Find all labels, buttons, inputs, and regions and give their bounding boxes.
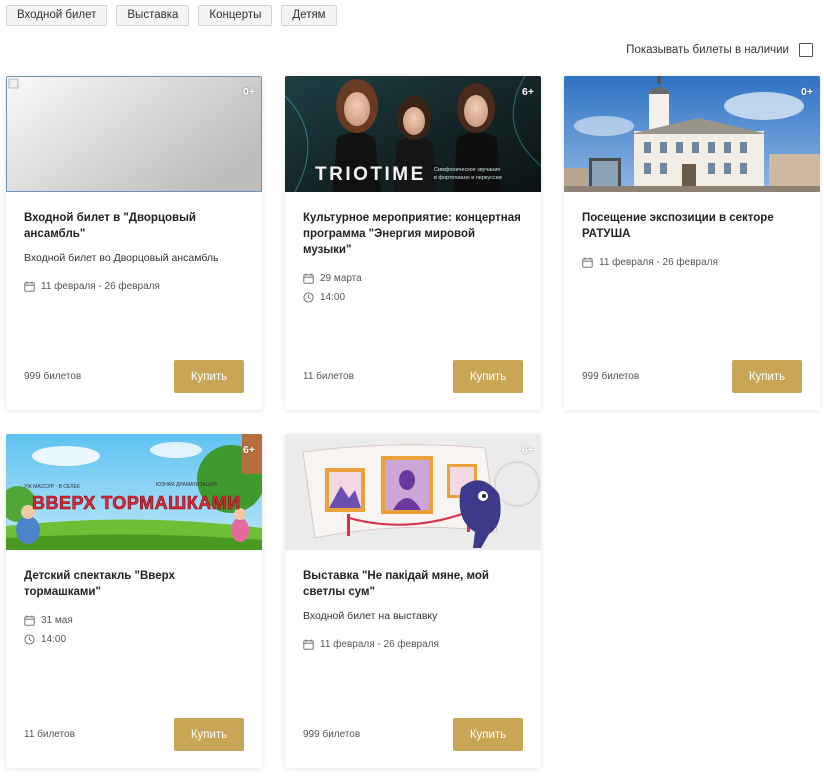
event-card: 0+ Входной билет в "Дворцовый ансамбль" … <box>6 76 262 410</box>
event-image[interactable]: TRIOTIME Симфоническое звучание в фортеп… <box>285 76 541 192</box>
event-time-text: 14:00 <box>320 291 346 303</box>
exhibition-illustration <box>285 434 541 550</box>
calendar-icon <box>24 281 35 292</box>
age-badge: 6+ <box>522 444 534 456</box>
filter-concerts[interactable]: Концерты <box>198 5 273 26</box>
event-image[interactable]: 0+ <box>6 76 262 192</box>
buy-button[interactable]: Купить <box>732 360 802 393</box>
age-badge: 0+ <box>243 86 255 98</box>
poster-sub-2: в фортепиано и перкуссии <box>434 175 502 181</box>
broken-image-placeholder <box>6 76 262 192</box>
event-subtitle: Входной билет во Дворцовый ансамбль <box>24 252 219 264</box>
poster-title: TRIOTIME <box>315 164 426 185</box>
event-date: 11 февраля - 26 февраля <box>303 638 523 650</box>
event-date-text: 11 февраля - 26 февраля <box>41 280 160 292</box>
event-title[interactable]: Культурное мероприятие: концертная прогр… <box>303 210 523 258</box>
buy-button[interactable]: Купить <box>174 360 244 393</box>
event-title[interactable]: Выставка "Не пакідай мяне, мой светлы су… <box>303 568 523 600</box>
svg-text:УЖ МАССУР · В СЕЛЕК: УЖ МАССУР · В СЕЛЕК <box>24 484 80 490</box>
tickets-count: 11 билетов <box>24 729 75 740</box>
event-time-text: 14:00 <box>41 633 67 645</box>
event-time: 14:00 <box>24 633 244 645</box>
tickets-count: 999 билетов <box>24 371 82 382</box>
town-hall-photo <box>564 76 820 192</box>
event-title[interactable]: Детский спектакль "Вверх тормашками" <box>24 568 244 600</box>
event-subtitle: Входной билет на выставку <box>303 610 438 622</box>
filter-bar: Входной билет Выставка Концерты Детям <box>6 5 337 26</box>
availability-label: Показывать билеты в наличии <box>626 44 789 56</box>
event-date: 11 февраля - 26 февраля <box>582 256 802 268</box>
tickets-count: 11 билетов <box>303 371 354 382</box>
event-date-text: 11 февраля - 26 февраля <box>320 638 439 650</box>
poster-sub-1: Симфоническое звучание <box>434 167 500 173</box>
event-date-text: 31 мая <box>41 614 73 626</box>
calendar-icon <box>303 639 314 650</box>
tickets-count: 999 билетов <box>303 729 361 740</box>
kids-show-poster: УЖ МАССУР · В СЕЛЕК ЮЗНАЯ ДРАМАТИЗАЦИЯ В… <box>6 434 262 550</box>
event-date: 31 мая <box>24 614 244 626</box>
calendar-icon <box>303 273 314 284</box>
event-date: 11 февраля - 26 февраля <box>24 280 244 292</box>
age-badge: 6+ <box>522 86 534 98</box>
age-badge: 6+ <box>243 444 255 456</box>
event-time: 14:00 <box>303 291 523 303</box>
age-badge: 0+ <box>801 86 813 98</box>
availability-toggle[interactable]: Показывать билеты в наличии <box>626 43 813 57</box>
event-image[interactable]: 0+ <box>564 76 820 192</box>
svg-text:ЮЗНАЯ ДРАМАТИЗАЦИЯ: ЮЗНАЯ ДРАМАТИЗАЦИЯ <box>156 482 217 488</box>
calendar-icon <box>582 257 593 268</box>
clock-icon <box>24 633 35 645</box>
event-card: УЖ МАССУР · В СЕЛЕК ЮЗНАЯ ДРАМАТИЗАЦИЯ В… <box>6 434 262 768</box>
clock-icon <box>303 291 314 303</box>
event-date: 29 марта <box>303 272 523 284</box>
broken-image-icon <box>8 78 19 89</box>
availability-checkbox[interactable] <box>799 43 813 57</box>
calendar-icon <box>24 615 35 626</box>
event-image[interactable]: 6+ <box>285 434 541 550</box>
triotime-poster: TRIOTIME Симфоническое звучание в фортеп… <box>285 76 541 192</box>
event-title[interactable]: Входной билет в "Дворцовый ансамбль" <box>24 210 244 242</box>
filter-entrance-ticket[interactable]: Входной билет <box>6 5 108 26</box>
event-image[interactable]: УЖ МАССУР · В СЕЛЕК ЮЗНАЯ ДРАМАТИЗАЦИЯ В… <box>6 434 262 550</box>
buy-button[interactable]: Купить <box>174 718 244 751</box>
event-card: 0+ Посещение экспозиции в секторе РАТУША… <box>564 76 820 410</box>
buy-button[interactable]: Купить <box>453 718 523 751</box>
filter-exhibition[interactable]: Выставка <box>116 5 190 26</box>
event-date-text: 11 февраля - 26 февраля <box>599 256 718 268</box>
event-date-text: 29 марта <box>320 272 362 284</box>
filter-kids[interactable]: Детям <box>281 5 337 26</box>
poster-title: ВВЕРХ ТОРМАШКАМИ <box>32 493 241 513</box>
event-card: 6+ Выставка "Не пакідай мяне, мой светлы… <box>285 434 541 768</box>
buy-button[interactable]: Купить <box>453 360 523 393</box>
event-title[interactable]: Посещение экспозиции в секторе РАТУША <box>582 210 802 242</box>
event-card: TRIOTIME Симфоническое звучание в фортеп… <box>285 76 541 410</box>
tickets-count: 999 билетов <box>582 371 640 382</box>
